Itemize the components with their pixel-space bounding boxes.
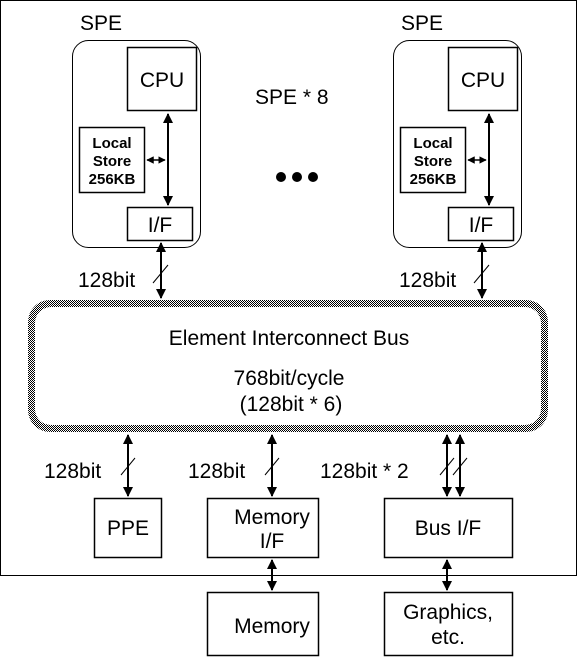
local-store-label-1: Local bbox=[92, 135, 131, 152]
local-store-label-1: Local bbox=[413, 135, 452, 152]
element-interconnect-bus: Element Interconnect Bus 768bit/cycle (1… bbox=[28, 300, 548, 432]
link-width-label: 128bit bbox=[399, 269, 456, 292]
ellipsis-dots bbox=[276, 172, 318, 182]
eib-bandwidth: 768bit/cycle bbox=[234, 367, 345, 390]
memory-if-label-2: I/F bbox=[260, 530, 285, 553]
local-store-label-3: 256KB bbox=[89, 171, 136, 188]
ppe-label: PPE bbox=[107, 517, 149, 540]
local-store-label-2: Store bbox=[93, 153, 131, 170]
if-label: I/F bbox=[469, 214, 494, 237]
eib-title: Element Interconnect Bus bbox=[169, 327, 409, 350]
dot bbox=[308, 172, 318, 182]
memory-if-label-1: Memory bbox=[234, 506, 310, 529]
memory-if-link-label: 128bit bbox=[188, 460, 245, 483]
dot bbox=[276, 172, 286, 182]
local-store-label-2: Store bbox=[414, 153, 452, 170]
spe-title: SPE bbox=[401, 12, 443, 35]
eib-detail: (128bit * 6) bbox=[240, 393, 343, 416]
link-width-label: 128bit bbox=[78, 269, 135, 292]
graphics-label-2: etc. bbox=[431, 626, 465, 649]
spe-count-label: SPE * 8 bbox=[255, 86, 329, 109]
dot bbox=[292, 172, 302, 182]
cell-architecture-diagram: SPE CPU Local Store 256KB I/F 128bit SPE… bbox=[0, 0, 577, 657]
cpu-label: CPU bbox=[461, 69, 505, 92]
memory-label: Memory bbox=[234, 615, 310, 638]
if-label: I/F bbox=[148, 214, 173, 237]
spe-title: SPE bbox=[80, 12, 122, 35]
local-store-label-3: 256KB bbox=[410, 171, 457, 188]
graphics-label-1: Graphics, bbox=[403, 601, 493, 624]
bus-if-label: Bus I/F bbox=[415, 517, 482, 540]
ppe-link-label: 128bit bbox=[44, 460, 101, 483]
bus-if-link-label: 128bit * 2 bbox=[320, 460, 409, 483]
cpu-label: CPU bbox=[140, 69, 184, 92]
